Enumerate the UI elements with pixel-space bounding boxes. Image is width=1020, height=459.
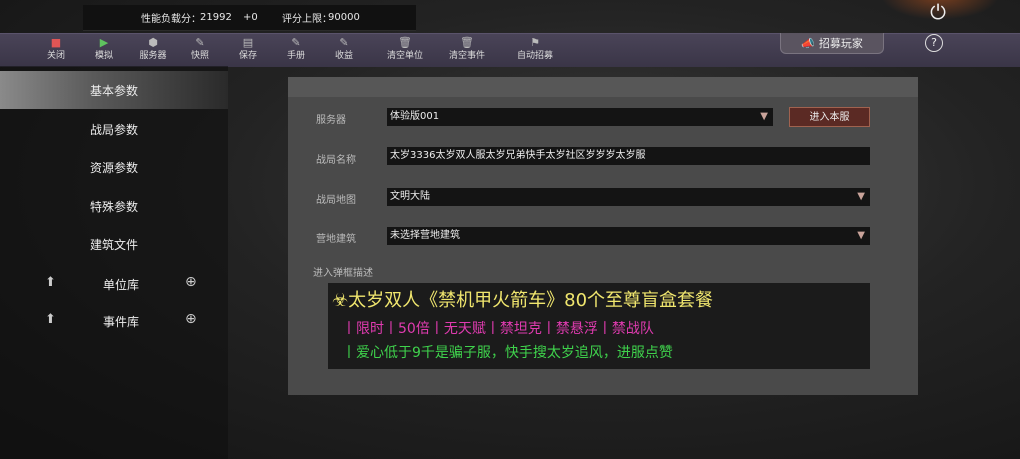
battle-name-label: 战局名称 [316, 155, 356, 166]
revenue-icon: ✎ [339, 36, 349, 49]
sidebar-item-special-params[interactable]: 特殊参数 [0, 187, 228, 225]
settings-panel: 服务器 体验版001 ▼ 进入本服 战局名称 太岁3336太岁双人服太岁兄弟快手… [288, 77, 918, 395]
add-folder-icon[interactable]: ⊕ [185, 274, 197, 290]
flag-icon: ⚑ [530, 36, 540, 49]
score-limit-label: 评分上限： [282, 14, 332, 25]
dropdown-arrow-icon: ▼ [857, 191, 865, 202]
map-label: 战局地图 [316, 195, 356, 206]
score-limit-value: 90000 [328, 12, 360, 23]
sidebar-item-building-files[interactable]: 建筑文件 [0, 225, 228, 263]
description-textarea[interactable]: ☣太岁双人《禁机甲火箭车》80个至尊盲盒套餐 丨限时丨50倍丨无天赋丨禁坦克丨禁… [328, 283, 870, 369]
camp-building-select[interactable]: 未选择营地建筑 ▼ [387, 227, 870, 245]
auto-recruit-button[interactable]: ⚑ 自动招募 [515, 36, 555, 63]
recruit-players-button[interactable]: 📣 招募玩家 [780, 33, 884, 54]
perf-value: 21992 [200, 12, 232, 23]
manual-button[interactable]: ✎ 手册 [276, 36, 316, 63]
snapshot-icon: ✎ [195, 36, 205, 49]
power-icon[interactable]: ⏻ [926, 0, 950, 24]
snapshot-button[interactable]: ✎ 快照 [180, 36, 220, 63]
description-line-1: ☣太岁双人《禁机甲火箭车》80个至尊盲盒套餐 [332, 290, 714, 311]
description-line-3: 丨爱心低于9千是骗子服，快手搜太岁追风，进服点赞 [342, 345, 673, 361]
enter-server-button[interactable]: 进入本服 [789, 107, 870, 127]
simulate-button[interactable]: ▶ 模拟 [84, 36, 124, 63]
sidebar-item-resource-params[interactable]: 资源参数 [0, 148, 228, 186]
server-icon: ⬢ [148, 36, 158, 49]
perf-delta: +0 [243, 12, 258, 23]
perf-label: 性能负载分： [141, 14, 201, 25]
trash-icon: 🗑 [460, 36, 474, 49]
clear-units-button[interactable]: 🗑 清空单位 [385, 36, 425, 63]
clear-events-button[interactable]: 🗑 清空事件 [447, 36, 487, 63]
trash-icon: 🗑 [398, 36, 412, 49]
sidebar: 基本参数 战局参数 资源参数 特殊参数 建筑文件 ⬆ 单位库 ⊕ ⬆ 事件库 ⊕ [0, 66, 228, 459]
revenue-button[interactable]: ✎ 收益 [324, 36, 364, 63]
camp-building-label: 营地建筑 [316, 234, 356, 245]
save-icon: ▤ [242, 36, 254, 49]
battle-name-input[interactable]: 太岁3336太岁双人服太岁兄弟快手太岁社区岁岁岁太岁服 [387, 147, 870, 165]
server-label: 服务器 [316, 115, 346, 126]
status-bar: 性能负载分： 21992 +0 评分上限： 90000 [83, 5, 416, 31]
manual-icon: ✎ [291, 36, 301, 49]
map-select[interactable]: 文明大陆 ▼ [387, 188, 870, 206]
recruit-label: 招募玩家 [818, 37, 863, 50]
stop-icon: ■ [50, 36, 62, 49]
server-button[interactable]: ⬢ 服务器 [133, 36, 173, 63]
dropdown-arrow-icon: ▼ [760, 111, 768, 122]
description-line-2: 丨限时丨50倍丨无天赋丨禁坦克丨禁悬浮丨禁战队 [342, 321, 654, 337]
import-icon[interactable]: ⬆ [45, 312, 56, 327]
help-icon[interactable]: ? [925, 34, 943, 52]
description-label: 进入弹框描述 [313, 268, 373, 279]
close-button[interactable]: ■ 关闭 [36, 36, 76, 63]
megaphone-icon: 📣 [801, 36, 815, 50]
import-icon[interactable]: ⬆ [45, 275, 56, 290]
server-select[interactable]: 体验版001 ▼ [387, 108, 773, 126]
save-button[interactable]: ▤ 保存 [228, 36, 268, 63]
dropdown-arrow-icon: ▼ [857, 230, 865, 241]
sidebar-item-basic-params[interactable]: 基本参数 [0, 71, 228, 109]
sidebar-item-event-library[interactable]: ⬆ 事件库 ⊕ [0, 305, 228, 335]
sidebar-item-unit-library[interactable]: ⬆ 单位库 ⊕ [0, 268, 228, 298]
play-icon: ▶ [99, 36, 109, 49]
panel-header [288, 77, 918, 97]
sidebar-item-battle-params[interactable]: 战局参数 [0, 110, 228, 148]
add-folder-icon[interactable]: ⊕ [185, 311, 197, 327]
